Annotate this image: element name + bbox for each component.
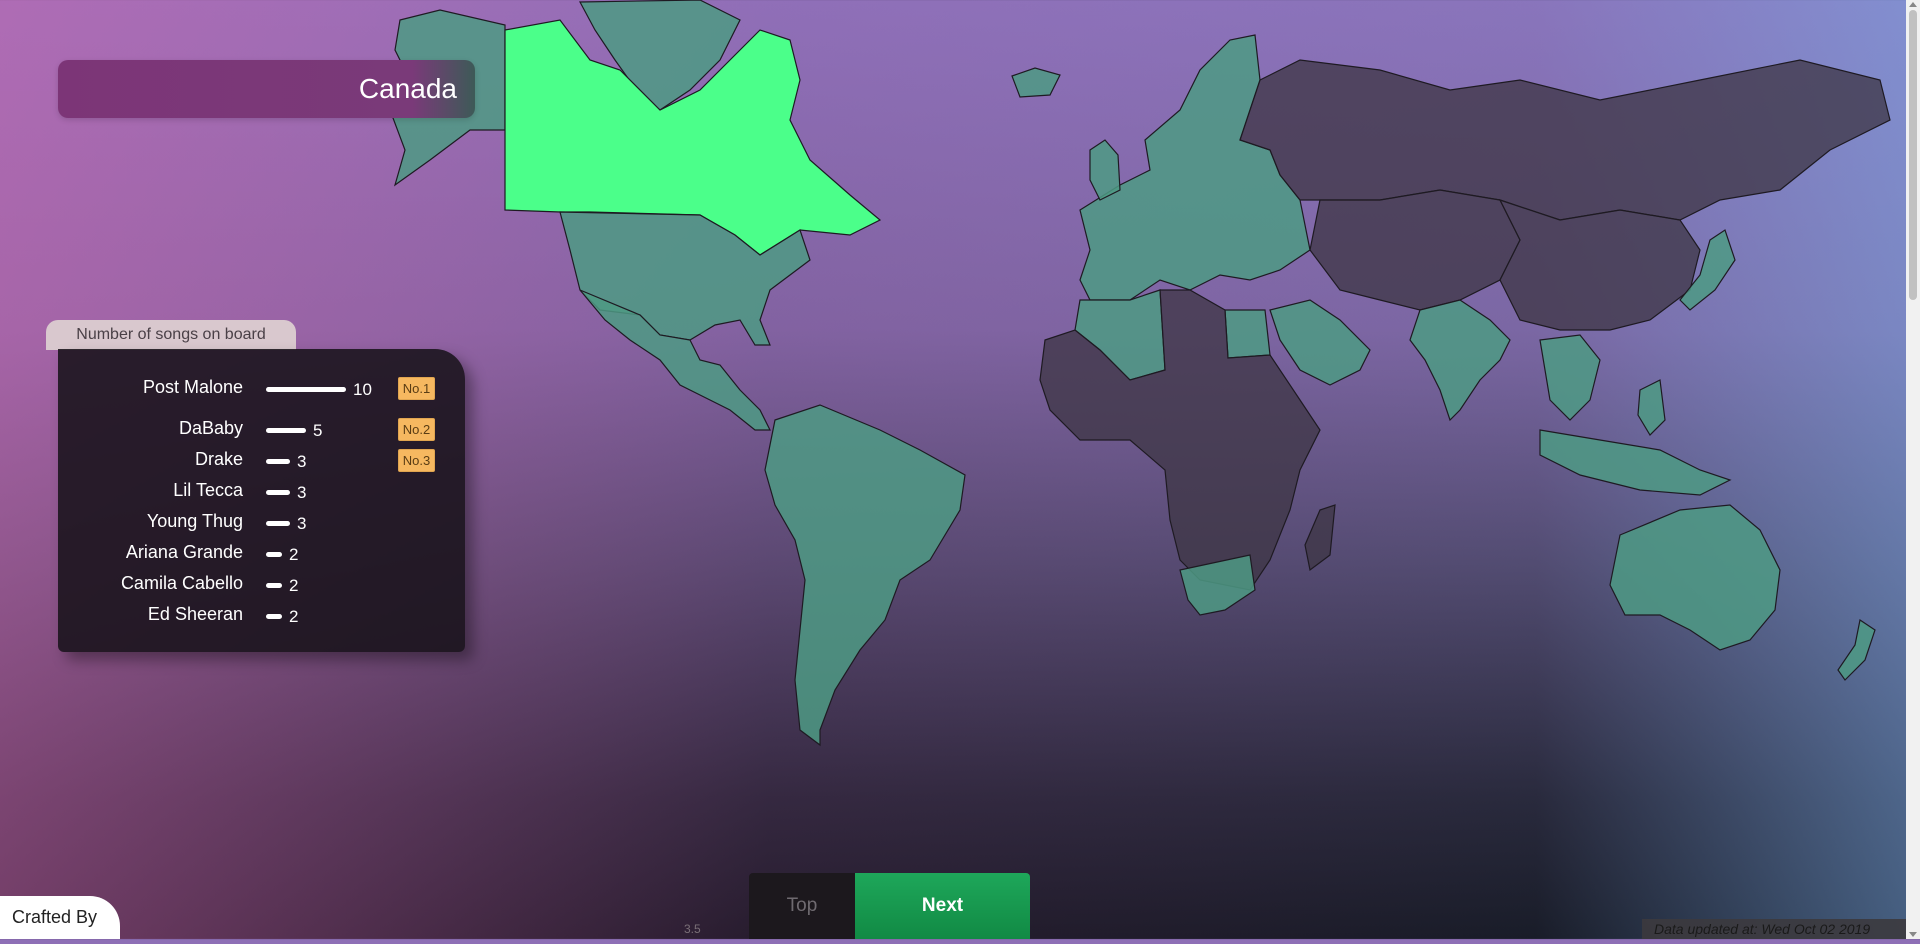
artist-name: Camila Cabello <box>120 573 243 593</box>
song-count-bar <box>266 521 290 526</box>
vertical-scrollbar[interactable] <box>1906 0 1920 939</box>
song-count-bar <box>266 552 282 557</box>
rank-badge: No.1 <box>398 377 435 400</box>
map-country-uk[interactable] <box>1089 139 1121 201</box>
artist-leaderboard: Post Malone 10 No.1 DaBaby 5 No.2 Drake … <box>58 349 465 652</box>
song-count: 2 <box>289 545 299 564</box>
scroll-down-arrow-icon[interactable] <box>1909 932 1917 937</box>
map-country-india[interactable] <box>1409 299 1511 422</box>
leaderboard-row: Drake 3 No.3 <box>58 449 465 473</box>
map-country-madagascar[interactable] <box>1304 504 1336 572</box>
song-count: 5 <box>313 421 323 440</box>
leaderboard-row: Young Thug 3 <box>58 511 465 535</box>
song-count-bar <box>266 387 346 392</box>
rank-badge: No.2 <box>398 418 435 441</box>
crafted-by-link[interactable]: Crafted By <box>0 896 120 939</box>
song-count-bar <box>266 428 306 433</box>
artist-name: Post Malone <box>142 377 243 397</box>
panel-tab: Number of songs on board <box>46 320 296 350</box>
leaderboard-row: Ariana Grande 2 <box>58 542 465 566</box>
leaderboard-row: Camila Cabello 2 <box>58 573 465 597</box>
map-region-southeast-asia[interactable] <box>1539 334 1601 421</box>
selected-country-banner: Canada <box>58 60 475 118</box>
rank-badge: No.3 <box>398 449 435 472</box>
scroll-up-arrow-icon[interactable] <box>1909 2 1917 7</box>
map-country-australia[interactable] <box>1609 504 1781 651</box>
data-updated-label: Data updated at: Wed Oct 02 2019 <box>1642 919 1906 939</box>
artist-name: DaBaby <box>178 418 243 438</box>
song-count-bar <box>266 459 290 464</box>
song-count: 3 <box>297 452 307 471</box>
selected-country-name: Canada <box>358 73 457 104</box>
song-count: 2 <box>289 607 299 626</box>
map-country-new-zealand[interactable] <box>1837 619 1876 681</box>
leaderboard-row: DaBaby 5 No.2 <box>58 418 465 442</box>
next-button[interactable]: Next <box>855 873 1030 939</box>
map-region-central-asia[interactable] <box>1309 189 1521 311</box>
leaderboard-row: Lil Tecca 3 <box>58 480 465 504</box>
map-country-egypt[interactable] <box>1224 309 1271 359</box>
artist-name: Young Thug <box>146 511 243 531</box>
song-count-bar <box>266 614 282 619</box>
map-region-arabia[interactable] <box>1269 299 1371 386</box>
scrollbar-thumb[interactable] <box>1909 10 1917 300</box>
leaderboard-row: Post Malone 10 No.1 <box>58 377 465 401</box>
map-country-iceland[interactable] <box>1011 67 1061 98</box>
top-button[interactable]: Top <box>749 873 855 939</box>
song-count: 10 <box>353 380 372 399</box>
song-count-bar <box>266 490 290 495</box>
map-country-russia[interactable] <box>1239 59 1891 221</box>
map-country-philippines[interactable] <box>1637 379 1666 436</box>
map-region-indonesia[interactable] <box>1539 429 1732 496</box>
leaderboard-row: Ed Sheeran 2 <box>58 604 465 628</box>
song-count: 3 <box>297 483 307 502</box>
song-count: 2 <box>289 576 299 595</box>
map-continent-south-america[interactable] <box>764 404 966 747</box>
artist-name: Lil Tecca <box>173 480 243 500</box>
version-label: 3.5 <box>684 922 701 936</box>
artist-name: Drake <box>194 449 243 469</box>
song-count: 3 <box>297 514 307 533</box>
song-count-bar <box>266 583 282 588</box>
artist-name: Ariana Grande <box>125 542 243 562</box>
artist-name: Ed Sheeran <box>147 604 243 624</box>
map-country-china[interactable] <box>1498 198 1701 331</box>
